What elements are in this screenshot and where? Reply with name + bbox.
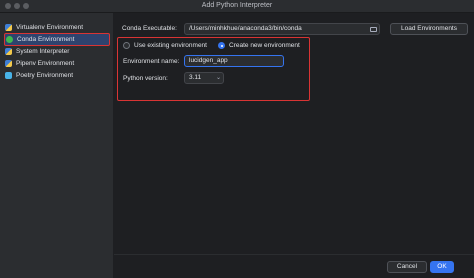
- environment-name-label: Environment name:: [123, 58, 180, 65]
- conda-settings-panel: Conda Executable: /Users/minhkhue/anacon…: [114, 13, 474, 278]
- create-new-radio[interactable]: [218, 42, 225, 49]
- conda-icon: [6, 36, 13, 43]
- footer-divider: [114, 254, 474, 255]
- poetry-icon: [5, 72, 12, 79]
- sidebar-item-system-interpreter[interactable]: System Interpreter: [5, 46, 110, 57]
- ok-button[interactable]: OK: [430, 261, 454, 273]
- python-icon: [5, 48, 12, 55]
- environment-name-input[interactable]: lucidgen_app: [184, 55, 284, 67]
- virtualenv-icon: [5, 24, 12, 31]
- sidebar-item-conda[interactable]: Conda Environment: [4, 33, 110, 46]
- sidebar-item-pipenv[interactable]: Pipenv Environment: [5, 58, 110, 69]
- create-new-label[interactable]: Create new environment: [229, 42, 300, 49]
- load-environments-button[interactable]: Load Environments: [390, 23, 468, 35]
- sidebar-item-label: System Interpreter: [16, 48, 70, 55]
- python-version-label: Python version:: [123, 75, 168, 82]
- sidebar-item-label: Virtualenv Environment: [16, 24, 84, 31]
- sidebar-item-virtualenv[interactable]: Virtualenv Environment: [5, 22, 110, 33]
- conda-executable-field[interactable]: /Users/minhkhue/anaconda3/bin/conda: [184, 23, 380, 35]
- conda-executable-label: Conda Executable:: [122, 25, 177, 32]
- python-version-value: 3.11: [189, 74, 202, 81]
- use-existing-label[interactable]: Use existing environment: [134, 42, 207, 49]
- pipenv-icon: [5, 60, 12, 67]
- sidebar-item-poetry[interactable]: Poetry Environment: [5, 70, 110, 81]
- sidebar-item-label: Pipenv Environment: [16, 60, 75, 67]
- interpreter-type-sidebar: Virtualenv Environment Conda Environment…: [0, 13, 114, 278]
- cancel-button[interactable]: Cancel: [387, 261, 427, 273]
- window-title: Add Python Interpreter: [201, 2, 273, 9]
- window-titlebar: Add Python Interpreter: [0, 0, 474, 13]
- sidebar-item-label: Conda Environment: [17, 36, 75, 43]
- sidebar-item-label: Poetry Environment: [16, 72, 74, 79]
- chevron-down-icon: ⌄: [216, 75, 222, 81]
- use-existing-radio[interactable]: [123, 42, 130, 49]
- folder-icon[interactable]: [370, 27, 377, 32]
